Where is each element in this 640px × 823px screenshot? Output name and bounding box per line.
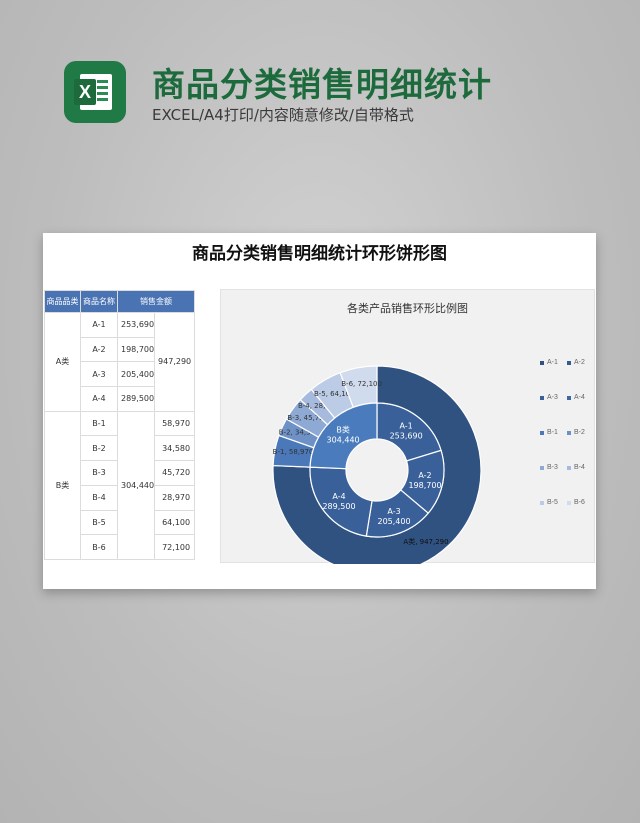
legend-label: A-2 bbox=[574, 359, 585, 366]
legend-item: B-2 bbox=[567, 429, 585, 436]
excel-x-badge: X bbox=[74, 79, 96, 105]
inner-slice-name-label: A-1 bbox=[399, 422, 412, 431]
legend-item: B-5 bbox=[540, 499, 558, 506]
amount-cell: 28,970 bbox=[154, 484, 196, 511]
inner-slice-name-label: A-3 bbox=[387, 507, 400, 516]
legend-item: B-6 bbox=[567, 499, 585, 506]
amount-cell: 72,100 bbox=[154, 534, 196, 560]
legend-swatch bbox=[567, 465, 571, 470]
sales-table: 商品品类 商品名称 销售金额 A类 A-1 253,690 947,290 A-… bbox=[44, 290, 196, 560]
legend-swatch bbox=[540, 360, 544, 365]
product-cell: A-4 bbox=[80, 386, 118, 412]
legend-item: A-1 bbox=[540, 359, 558, 366]
inner-slice-value-label: 253,690 bbox=[390, 432, 423, 441]
group-total-cell: 304,440 bbox=[116, 410, 156, 560]
header-product: 商品名称 bbox=[80, 290, 118, 313]
table-row: A类 A-1 253,690 947,290 bbox=[44, 312, 196, 412]
product-cell: A-2 bbox=[80, 336, 118, 363]
legend-swatch bbox=[567, 500, 571, 505]
legend-swatch bbox=[567, 360, 571, 365]
doughnut-chart: A类, 947,290B-1, 58,970B-2, 34,580B-3, 45… bbox=[272, 365, 482, 564]
amount-cell: 45,720 bbox=[154, 460, 196, 486]
table-row: B类 B-1 304,440 58,970 bbox=[44, 410, 196, 560]
page-title: 商品分类销售明细统计 bbox=[152, 65, 492, 104]
legend-label: B-3 bbox=[547, 464, 558, 471]
product-cell: B-1 bbox=[80, 410, 118, 437]
spreadsheet-preview: 商品分类销售明细统计环形饼形图 商品品类 商品名称 销售金额 A类 A-1 25… bbox=[43, 233, 596, 589]
header-category: 商品品类 bbox=[44, 290, 81, 313]
legend-label: B-1 bbox=[547, 429, 558, 436]
inner-slice-value-label: 289,500 bbox=[322, 502, 355, 511]
category-cell: B类 bbox=[44, 410, 81, 560]
legend-item: B-3 bbox=[540, 464, 558, 471]
product-cell: A-1 bbox=[80, 312, 118, 338]
legend-swatch bbox=[540, 430, 544, 435]
group-total-cell: 947,290 bbox=[154, 312, 196, 412]
excel-logo-icon: X bbox=[64, 61, 126, 123]
outer-data-label: B-6, 72,100 bbox=[341, 380, 382, 388]
legend-item: A-4 bbox=[567, 394, 585, 401]
legend-item: B-1 bbox=[540, 429, 558, 436]
legend-swatch bbox=[567, 395, 571, 400]
page-subtitle: EXCEL/A4打印/内容随意修改/自带格式 bbox=[152, 106, 414, 124]
inner-slice-value-label: 304,440 bbox=[327, 436, 360, 445]
outer-data-label: A类, 947,290 bbox=[403, 537, 448, 546]
legend-label: B-2 bbox=[574, 429, 585, 436]
outer-data-label: B-1, 58,970 bbox=[273, 448, 314, 456]
legend-item: A-2 bbox=[567, 359, 585, 366]
sheet-title: 商品分类销售明细统计环形饼形图 bbox=[192, 244, 447, 264]
product-cell: B-4 bbox=[80, 484, 118, 511]
amount-cell: 64,100 bbox=[154, 509, 196, 536]
legend-swatch bbox=[540, 500, 544, 505]
legend-item: A-3 bbox=[540, 394, 558, 401]
legend-label: B-6 bbox=[574, 499, 585, 506]
legend-label: A-3 bbox=[547, 394, 558, 401]
legend-label: B-5 bbox=[547, 499, 558, 506]
legend-label: A-4 bbox=[574, 394, 585, 401]
inner-slice-value-label: 205,400 bbox=[377, 517, 410, 526]
amount-cell: 58,970 bbox=[154, 410, 196, 437]
amount-cell: 34,580 bbox=[154, 435, 196, 462]
amount-cell: 253,690 bbox=[116, 312, 156, 338]
header-amount: 销售金额 bbox=[116, 290, 196, 313]
legend-swatch bbox=[567, 430, 571, 435]
inner-slice-name-label: A-2 bbox=[418, 471, 431, 480]
amount-cell: 289,500 bbox=[116, 386, 156, 412]
product-cell: B-6 bbox=[80, 534, 118, 560]
legend-label: A-1 bbox=[547, 359, 558, 366]
inner-slice-name-label: B类 bbox=[336, 425, 350, 435]
legend-label: B-4 bbox=[574, 464, 585, 471]
product-cell: A-3 bbox=[80, 361, 118, 388]
product-cell: B-3 bbox=[80, 460, 118, 486]
legend-swatch bbox=[540, 465, 544, 470]
product-cell: B-2 bbox=[80, 435, 118, 462]
category-cell: A类 bbox=[44, 312, 81, 412]
table-header-row: 商品品类 商品名称 销售金额 bbox=[44, 290, 196, 313]
amount-cell: 205,400 bbox=[116, 361, 156, 388]
legend-swatch bbox=[540, 395, 544, 400]
amount-cell: 198,700 bbox=[116, 336, 156, 363]
product-cell: B-5 bbox=[80, 509, 118, 536]
doughnut-chart-panel: 各类产品销售环形比例图 A类, 947,290 B-1, 58,970 B-2, 3… bbox=[220, 289, 595, 564]
inner-slice-value-label: 198,700 bbox=[408, 481, 441, 490]
inner-slice-name-label: A-4 bbox=[332, 492, 345, 501]
legend-item: B-4 bbox=[567, 464, 585, 471]
